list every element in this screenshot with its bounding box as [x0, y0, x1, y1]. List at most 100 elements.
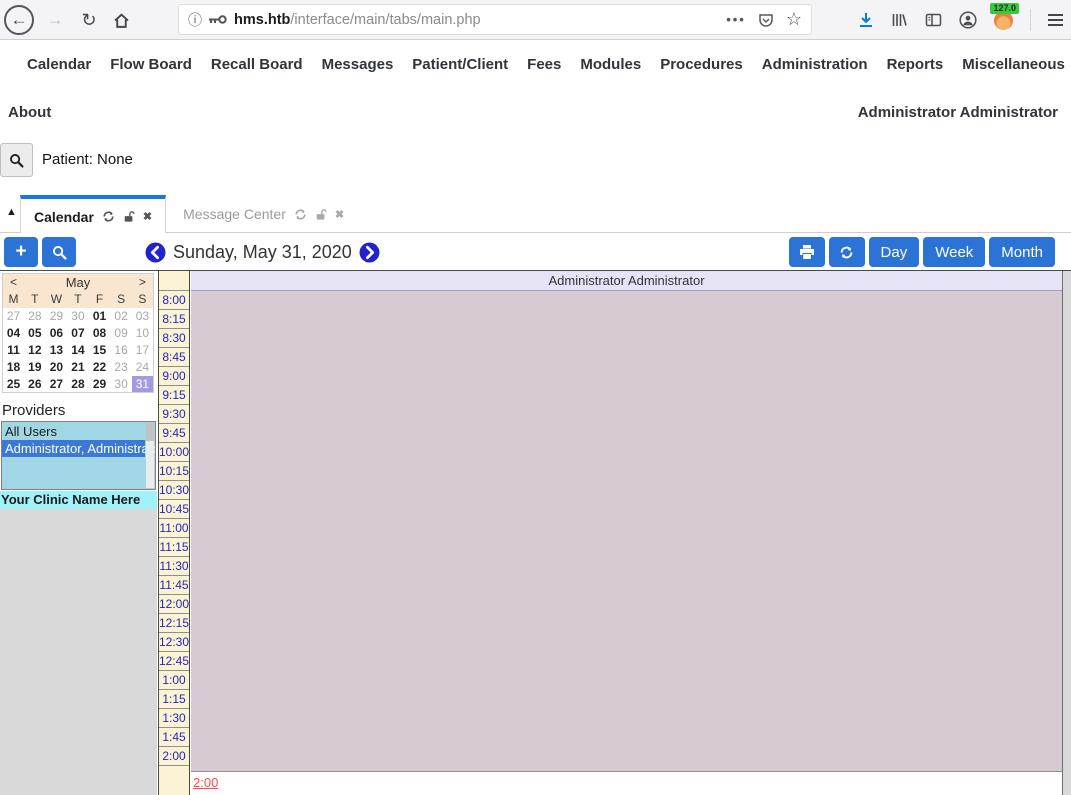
- prev-day-icon[interactable]: [145, 242, 166, 263]
- minical-day-09[interactable]: 09: [110, 325, 132, 342]
- bookmark-star-icon[interactable]: ☆: [786, 9, 802, 30]
- minical-day-17[interactable]: 17: [132, 342, 154, 359]
- add-appointment-button[interactable]: +: [4, 237, 38, 267]
- scrollbar-track[interactable]: [1063, 271, 1071, 795]
- tab-close-icon[interactable]: ✖: [335, 208, 344, 221]
- current-time-link[interactable]: 2:00: [193, 775, 218, 790]
- tab-unlock-icon[interactable]: [315, 208, 327, 221]
- nav-item-administration[interactable]: Administration: [762, 56, 868, 73]
- minical-day-15[interactable]: 15: [89, 342, 111, 359]
- minical-day-08[interactable]: 08: [89, 325, 111, 342]
- provider-option-administrator-administrator[interactable]: Administrator, Administrator: [2, 440, 145, 457]
- minical-day-10[interactable]: 10: [132, 325, 154, 342]
- downloads-icon[interactable]: [858, 12, 874, 28]
- schedule-grid[interactable]: [191, 291, 1062, 771]
- minical-day-02[interactable]: 02: [110, 308, 132, 325]
- nav-item-about[interactable]: About: [8, 104, 51, 121]
- minical-day-23[interactable]: 23: [110, 359, 132, 376]
- minical-day-11[interactable]: 11: [3, 342, 25, 359]
- tab-calendar[interactable]: Calendar ✖: [20, 195, 166, 234]
- minical-prev[interactable]: <: [3, 274, 25, 291]
- time-slot-11-00[interactable]: 11:00: [159, 519, 189, 538]
- time-slot-12-15[interactable]: 12:15: [159, 614, 189, 633]
- time-slot-9-30[interactable]: 9:30: [159, 405, 189, 424]
- key-icon[interactable]: [209, 14, 227, 25]
- time-slot-10-45[interactable]: 10:45: [159, 500, 189, 519]
- next-day-icon[interactable]: [359, 242, 380, 263]
- minical-day-16[interactable]: 16: [110, 342, 132, 359]
- time-slot-1-00[interactable]: 1:00: [159, 671, 189, 690]
- time-slot-10-15[interactable]: 10:15: [159, 462, 189, 481]
- minical-day-19[interactable]: 19: [24, 359, 46, 376]
- listbox-scrollbar[interactable]: [146, 423, 154, 488]
- time-slot-12-45[interactable]: 12:45: [159, 652, 189, 671]
- time-slot-11-30[interactable]: 11:30: [159, 557, 189, 576]
- time-slot-2-00[interactable]: 2:00: [159, 747, 189, 766]
- tab-unlock-icon[interactable]: [123, 210, 135, 223]
- sidebars-icon[interactable]: [925, 12, 942, 28]
- view-month-button[interactable]: Month: [989, 237, 1055, 267]
- nav-item-flow-board[interactable]: Flow Board: [110, 56, 192, 73]
- nav-item-patient-client[interactable]: Patient/Client: [412, 56, 508, 73]
- time-slot-8-45[interactable]: 8:45: [159, 348, 189, 367]
- time-slot-8-15[interactable]: 8:15: [159, 310, 189, 329]
- patient-search-button[interactable]: [0, 143, 33, 177]
- nav-item-calendar[interactable]: Calendar: [27, 56, 91, 73]
- calendar-search-button[interactable]: [42, 237, 76, 267]
- minical-day-25[interactable]: 25: [3, 376, 25, 393]
- address-bar[interactable]: ⓘ hms.htb/interface/main/tabs/main.php •…: [178, 4, 812, 35]
- minical-day-22[interactable]: 22: [89, 359, 111, 376]
- browser-forward-button[interactable]: →: [40, 5, 70, 35]
- collapse-tabs-icon[interactable]: ▲: [6, 206, 17, 218]
- minical-day-27[interactable]: 27: [3, 308, 25, 325]
- nav-item-reports[interactable]: Reports: [887, 56, 944, 73]
- minical-day-18[interactable]: 18: [3, 359, 25, 376]
- view-day-button[interactable]: Day: [869, 237, 920, 267]
- pocket-icon[interactable]: [758, 12, 774, 28]
- minical-day-14[interactable]: 14: [67, 342, 89, 359]
- time-slot-9-15[interactable]: 9:15: [159, 386, 189, 405]
- nav-item-recall-board[interactable]: Recall Board: [211, 56, 303, 73]
- time-slot-1-15[interactable]: 1:15: [159, 690, 189, 709]
- tab-message-center[interactable]: Message Center ✖: [170, 195, 357, 233]
- print-button[interactable]: [789, 237, 825, 267]
- time-slot-9-45[interactable]: 9:45: [159, 424, 189, 443]
- minical-day-30[interactable]: 30: [110, 376, 132, 393]
- time-slot-10-00[interactable]: 10:00: [159, 443, 189, 462]
- library-icon[interactable]: [891, 12, 908, 28]
- minical-day-13[interactable]: 13: [46, 342, 68, 359]
- logged-in-user[interactable]: Administrator Administrator: [858, 104, 1058, 121]
- minical-day-06[interactable]: 06: [46, 325, 68, 342]
- minical-day-30[interactable]: 30: [67, 308, 89, 325]
- time-slot-10-30[interactable]: 10:30: [159, 481, 189, 500]
- time-slot-11-45[interactable]: 11:45: [159, 576, 189, 595]
- time-slot-12-30[interactable]: 12:30: [159, 633, 189, 652]
- time-slot-12-00[interactable]: 12:00: [159, 595, 189, 614]
- browser-reload-button[interactable]: ↻: [74, 5, 104, 35]
- minical-day-27[interactable]: 27: [46, 376, 68, 393]
- nav-item-fees[interactable]: Fees: [527, 56, 561, 73]
- nav-item-messages[interactable]: Messages: [322, 56, 394, 73]
- view-week-button[interactable]: Week: [923, 237, 985, 267]
- minical-day-24[interactable]: 24: [132, 359, 154, 376]
- time-slot-9-00[interactable]: 9:00: [159, 367, 189, 386]
- minical-day-29[interactable]: 29: [89, 376, 111, 393]
- nav-item-modules[interactable]: Modules: [580, 56, 641, 73]
- minical-day-28[interactable]: 28: [24, 308, 46, 325]
- account-icon[interactable]: [959, 11, 977, 29]
- proxy-extension-icon[interactable]: 127.0: [994, 11, 1013, 30]
- minical-day-12[interactable]: 12: [24, 342, 46, 359]
- minical-day-01[interactable]: 01: [89, 308, 111, 325]
- minical-day-04[interactable]: 04: [3, 325, 25, 342]
- minical-day-29[interactable]: 29: [46, 308, 68, 325]
- time-slot-1-45[interactable]: 1:45: [159, 728, 189, 747]
- browser-back-button[interactable]: ←: [4, 5, 34, 35]
- minical-day-21[interactable]: 21: [67, 359, 89, 376]
- time-slot-8-00[interactable]: 8:00: [159, 291, 189, 310]
- tab-refresh-icon[interactable]: [294, 208, 307, 221]
- time-slot-8-30[interactable]: 8:30: [159, 329, 189, 348]
- minical-day-05[interactable]: 05: [24, 325, 46, 342]
- nav-item-miscellaneous[interactable]: Miscellaneous: [962, 56, 1065, 73]
- providers-listbox[interactable]: All UsersAdministrator, Administrator: [1, 421, 156, 490]
- minical-next[interactable]: >: [132, 274, 154, 291]
